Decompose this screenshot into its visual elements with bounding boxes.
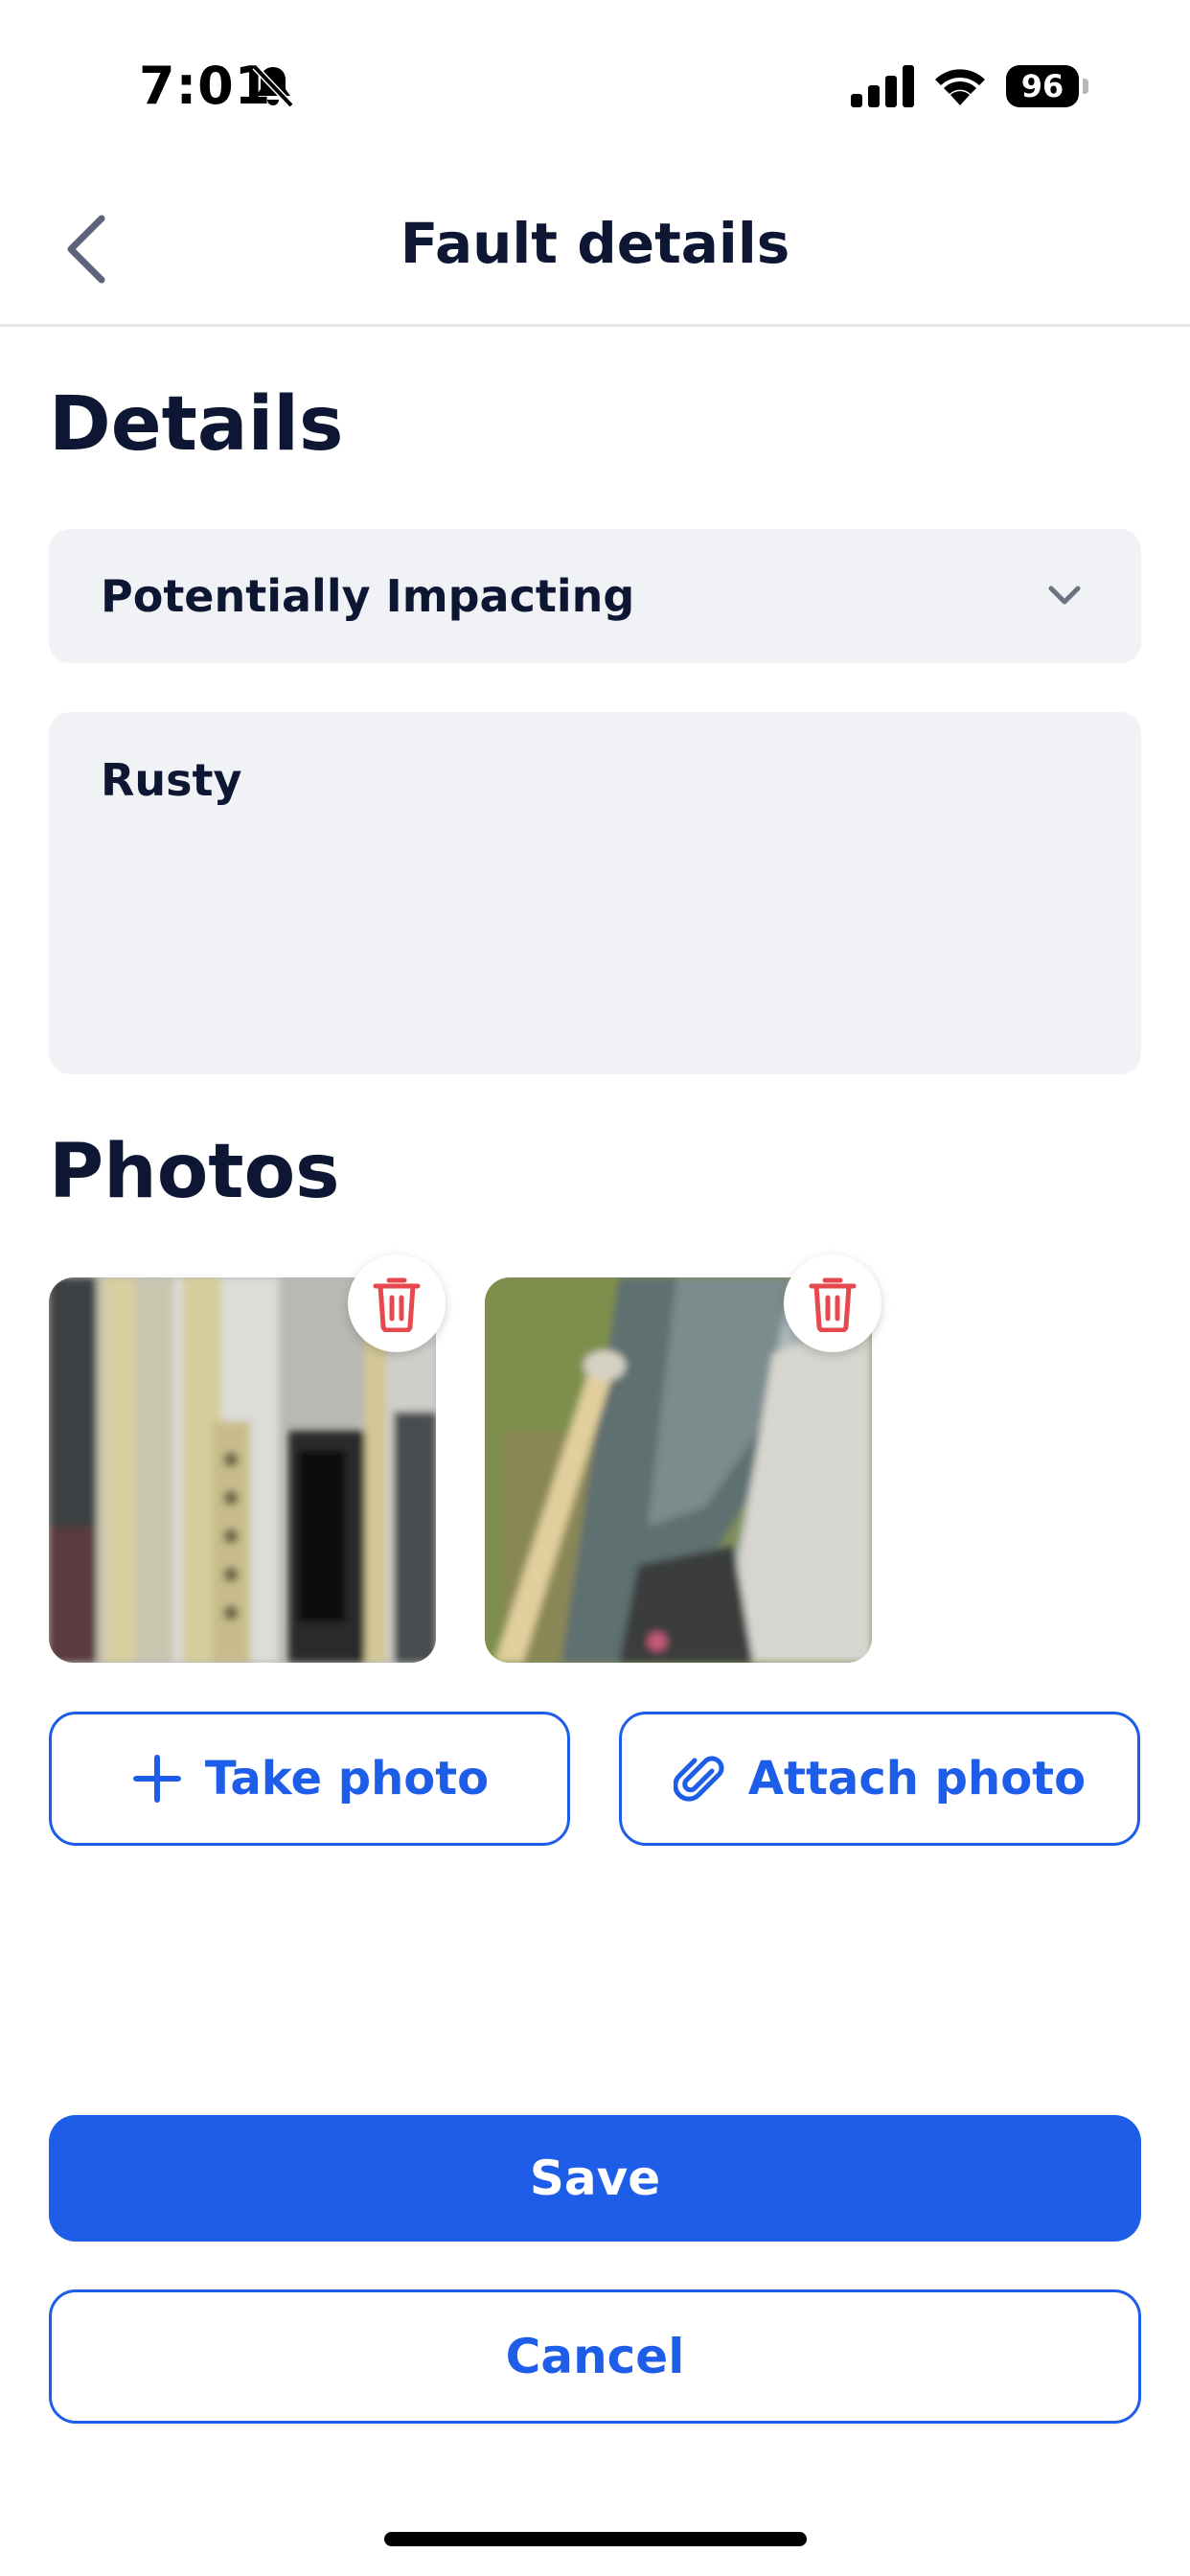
delete-photo-button[interactable] — [348, 1254, 446, 1352]
take-photo-label: Take photo — [204, 1752, 490, 1806]
signal-icon — [851, 65, 914, 107]
battery-level: 96 — [1006, 65, 1079, 107]
impact-select[interactable]: Potentially Impacting — [49, 529, 1141, 663]
trash-icon — [809, 1277, 857, 1332]
delete-photo-button[interactable] — [784, 1254, 881, 1352]
paperclip-icon — [673, 1756, 724, 1802]
attach-photo-label: Attach photo — [747, 1752, 1087, 1806]
home-indicator[interactable] — [384, 2532, 807, 2546]
save-button[interactable]: Save — [49, 2115, 1141, 2242]
battery-tip — [1083, 79, 1088, 94]
wifi-icon — [935, 69, 985, 105]
impact-select-value: Potentially Impacting — [101, 570, 635, 622]
bell-slash-icon — [252, 64, 294, 108]
details-section-title: Details — [49, 381, 344, 468]
attach-photo-button[interactable]: Attach photo — [619, 1712, 1140, 1846]
cancel-button[interactable]: Cancel — [49, 2289, 1141, 2424]
photos-section-title: Photos — [49, 1129, 340, 1215]
battery-icon: 96 — [1006, 65, 1088, 107]
chevron-down-icon — [1048, 586, 1081, 605]
page-title: Fault details — [400, 211, 790, 276]
trash-icon — [373, 1277, 421, 1332]
photo-thumbnail[interactable] — [49, 1254, 446, 1663]
plus-icon — [132, 1755, 181, 1803]
take-photo-button[interactable]: Take photo — [49, 1712, 570, 1846]
nav-header: Fault details — [0, 172, 1190, 327]
photo-thumbnail[interactable] — [485, 1254, 881, 1663]
status-bar: 7:01 96 — [0, 0, 1190, 172]
description-textarea[interactable]: Rusty — [49, 712, 1141, 1074]
